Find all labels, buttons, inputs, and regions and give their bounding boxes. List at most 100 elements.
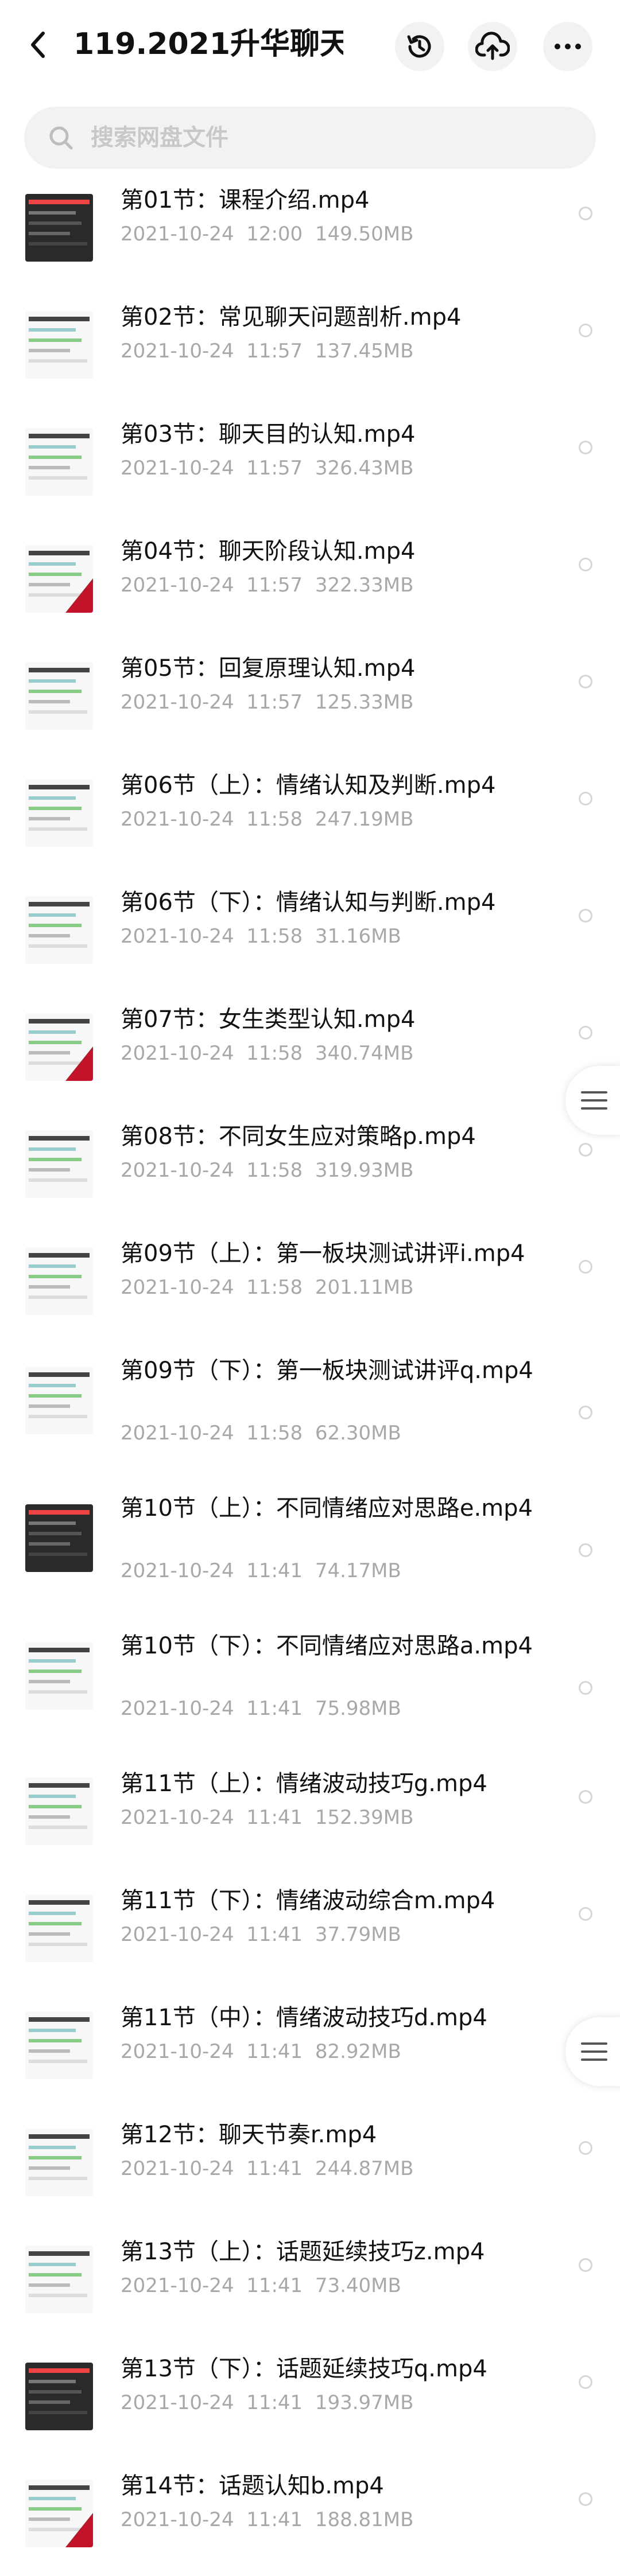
file-size: 244.87MB [315, 2157, 414, 2180]
file-date: 2021-10-24 11:58 [121, 1159, 303, 1182]
file-row[interactable]: 第10节（下）：不同情绪应对思路a.mp4 2021-10-24 11:41 75… [0, 1619, 620, 1757]
select-radio[interactable] [579, 2492, 592, 2506]
file-row[interactable]: 第06节（下）：情绪认知与判断.mp4 2021-10-24 11:58 31.1… [0, 875, 620, 993]
file-name: 第08节：不同女生应对策略p.mp4 [121, 1123, 476, 1150]
file-size: 322.33MB [315, 574, 414, 597]
video-thumbnail [25, 2363, 93, 2430]
select-radio[interactable] [579, 1681, 592, 1695]
file-row[interactable]: 第04节：聊天阶段认知.mp4 2021-10-24 11:57 322.33MB [0, 524, 620, 641]
select-radio[interactable] [579, 792, 592, 806]
select-radio[interactable] [579, 441, 592, 454]
file-meta: 2021-10-24 11:41 244.87MB [121, 2157, 413, 2180]
search-icon [47, 124, 75, 151]
video-thumbnail [25, 194, 93, 262]
upload-button[interactable] [468, 22, 517, 71]
file-row[interactable]: 第08节：不同女生应对策略p.mp4 2021-10-24 11:58 319.9… [0, 1110, 620, 1227]
file-meta: 2021-10-24 11:57 326.43MB [121, 457, 413, 480]
file-meta: 2021-10-24 11:58 340.74MB [121, 1042, 413, 1065]
history-icon [407, 35, 431, 58]
file-row[interactable]: 第10节（上）：不同情绪应对思路e.mp4 2021-10-24 11:41 74… [0, 1481, 620, 1619]
file-row[interactable]: 第02节：常见聊天问题剖析.mp4 2021-10-24 11:57 137.45… [0, 290, 620, 407]
history-button[interactable] [395, 22, 444, 71]
file-name: 第10节（上）：不同情绪应对思路e.mp4 [121, 1495, 533, 1522]
select-radio[interactable] [579, 558, 592, 571]
select-radio[interactable] [579, 2375, 592, 2389]
file-size: 326.43MB [315, 457, 414, 480]
select-radio[interactable] [579, 1260, 592, 1274]
select-radio[interactable] [579, 1907, 592, 1921]
file-date: 2021-10-24 11:58 [121, 925, 303, 948]
back-button[interactable] [23, 30, 53, 60]
file-name: 第10节（下）：不同情绪应对思路a.mp4 [121, 1633, 533, 1659]
select-radio[interactable] [579, 1026, 592, 1040]
select-radio[interactable] [579, 2141, 592, 2155]
select-radio[interactable] [579, 1406, 592, 1419]
file-row[interactable]: 第11节（下）：情绪波动综合m.mp4 2021-10-24 11:41 37.7… [0, 1874, 620, 1991]
file-size: 188.81MB [315, 2508, 414, 2531]
file-name: 第06节（上）：情绪认知及判断.mp4 [121, 772, 496, 799]
more-button[interactable] [543, 22, 592, 71]
file-row[interactable]: 第11节（上）：情绪波动技巧g.mp4 2021-10-24 11:41 152.… [0, 1757, 620, 1874]
video-thumbnail [25, 2011, 93, 2079]
file-size: 82.92MB [315, 2040, 401, 2063]
file-name: 第03节：聊天目的认知.mp4 [121, 421, 416, 448]
file-size: 201.11MB [315, 1276, 414, 1299]
file-meta: 2021-10-24 11:58 319.93MB [121, 1159, 413, 1182]
file-row[interactable]: 第03节：聊天目的认知.mp4 2021-10-24 11:57 326.43MB [0, 407, 620, 524]
video-thumbnail [25, 1504, 93, 1572]
menu-icon [581, 2042, 607, 2061]
select-radio[interactable] [579, 207, 592, 220]
file-row[interactable]: 第09节（下）：第一板块测试讲评q.mp4 2021-10-24 11:58 62… [0, 1344, 620, 1481]
video-thumbnail [25, 545, 93, 613]
file-name: 第09节（下）：第一板块测试讲评q.mp4 [121, 1357, 533, 1384]
file-meta: 2021-10-24 11:41 188.81MB [121, 2508, 413, 2531]
file-date: 2021-10-24 11:57 [121, 340, 303, 363]
search-bar[interactable] [24, 107, 596, 169]
file-meta: 2021-10-24 11:57 322.33MB [121, 574, 413, 597]
file-meta: 2021-10-24 11:41 152.39MB [121, 1806, 413, 1829]
file-name: 第12节：聊天节奏r.mp4 [121, 2122, 377, 2148]
select-radio[interactable] [579, 1790, 592, 1804]
file-name: 第13节（上）：话题延续技巧z.mp4 [121, 2239, 485, 2265]
file-name: 第02节：常见聊天问题剖析.mp4 [121, 304, 462, 330]
file-date: 2021-10-24 11:41 [121, 2508, 303, 2531]
file-name: 第11节（下）：情绪波动综合m.mp4 [121, 1888, 495, 1914]
file-date: 2021-10-24 11:57 [121, 457, 303, 480]
video-thumbnail [25, 1367, 93, 1434]
file-size: 152.39MB [315, 1806, 414, 1829]
select-radio[interactable] [579, 909, 592, 923]
select-radio[interactable] [579, 675, 592, 688]
file-row[interactable]: 第01节：课程介绍.mp4 2021-10-24 12:00 149.50MB [0, 173, 620, 290]
file-size: 149.50MB [315, 223, 414, 246]
video-thumbnail [25, 2128, 93, 2196]
video-thumbnail [25, 1777, 93, 1845]
file-size: 73.40MB [315, 2274, 401, 2297]
file-row[interactable]: 第11节（中）：情绪波动技巧d.mp4 2021-10-24 11:41 82.9… [0, 1991, 620, 2108]
file-row[interactable]: 第14节：话题认知b.mp4 2021-10-24 11:41 188.81MB [0, 2459, 620, 2576]
video-thumbnail [25, 2246, 93, 2313]
file-row[interactable]: 第12节：聊天节奏r.mp4 2021-10-24 11:41 244.87MB [0, 2108, 620, 2225]
select-radio[interactable] [579, 324, 592, 337]
select-radio[interactable] [579, 1143, 592, 1157]
file-row[interactable]: 第13节（上）：话题延续技巧z.mp4 2021-10-24 11:41 73.4… [0, 2225, 620, 2342]
file-row[interactable]: 第07节：女生类型认知.mp4 2021-10-24 11:58 340.74MB [0, 993, 620, 1110]
file-size: 62.30MB [315, 1422, 401, 1445]
search-input[interactable] [90, 124, 551, 151]
file-size: 319.93MB [315, 1159, 414, 1182]
file-row[interactable]: 第05节：回复原理认知.mp4 2021-10-24 11:57 125.33MB [0, 641, 620, 758]
file-meta: 2021-10-24 11:41 193.97MB [121, 2391, 413, 2414]
file-name: 第11节（中）：情绪波动技巧d.mp4 [121, 2005, 487, 2031]
file-date: 2021-10-24 12:00 [121, 223, 303, 246]
file-meta: 2021-10-24 11:41 74.17MB [121, 1559, 401, 1582]
file-meta: 2021-10-24 12:00 149.50MB [121, 223, 413, 246]
file-row[interactable]: 第09节（上）：第一板块测试讲评i.mp4 2021-10-24 11:58 20… [0, 1227, 620, 1344]
select-radio[interactable] [579, 1543, 592, 1557]
select-radio[interactable] [579, 2258, 592, 2272]
file-size: 193.97MB [315, 2391, 414, 2414]
file-date: 2021-10-24 11:58 [121, 1276, 303, 1299]
file-row[interactable]: 第13节（下）：话题延续技巧q.mp4 2021-10-24 11:41 193.… [0, 2342, 620, 2459]
file-row[interactable]: 第06节（上）：情绪认知及判断.mp4 2021-10-24 11:58 247.… [0, 758, 620, 875]
video-thumbnail [25, 662, 93, 730]
file-name: 第07节：女生类型认知.mp4 [121, 1006, 416, 1033]
file-size: 37.79MB [315, 1923, 401, 1946]
